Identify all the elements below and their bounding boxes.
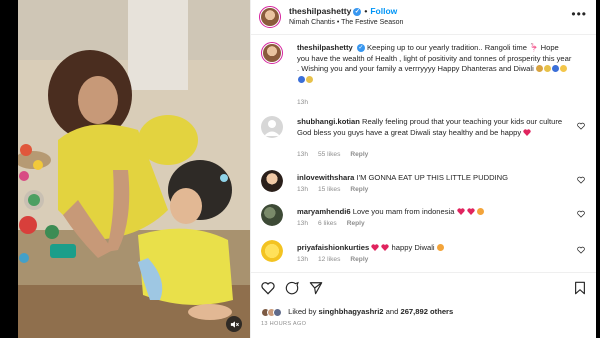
comment-time: 13h: [297, 256, 309, 263]
audio-label[interactable]: Nimah Chantis • The Festive Season: [289, 19, 403, 26]
speaker-muted-icon: [230, 320, 239, 328]
reply-button[interactable]: Reply: [347, 220, 365, 227]
caption-username[interactable]: theshilpashetty: [297, 43, 353, 52]
default-avatar-icon: [264, 120, 280, 136]
heart-eyes-emoji-icon: [477, 208, 485, 215]
comment-likes[interactable]: 15 likes: [318, 186, 340, 193]
comment-username[interactable]: inlovewithshara: [297, 173, 354, 182]
verified-badge-icon: ✓: [353, 7, 362, 16]
comment-likes[interactable]: 55 likes: [318, 151, 340, 158]
comment-bubble-icon[interactable]: [285, 281, 299, 295]
likes-count[interactable]: 267,892 others: [400, 307, 453, 316]
comment-avatar[interactable]: [261, 170, 283, 192]
comment-username[interactable]: maryamhendi6: [297, 207, 351, 216]
heart-eyes-emoji-icon: [437, 244, 445, 251]
nazar-emoji-icon: [297, 75, 305, 83]
liker-username[interactable]: singhbhagyashri2: [319, 307, 384, 316]
likes-conjunction: and: [385, 307, 399, 316]
comment-time: 13h: [297, 151, 309, 158]
comment-username[interactable]: priyafaishionkurties: [297, 243, 369, 252]
share-paper-plane-icon[interactable]: [309, 281, 323, 295]
red-heart-emoji-icon: [523, 128, 531, 136]
save-bookmark-icon[interactable]: [573, 281, 587, 295]
diya-emoji-icon: [536, 65, 544, 72]
comment-text: maryamhendi6 Love you mam from indonesia: [297, 207, 573, 218]
likes-prefix: Liked by: [288, 307, 317, 316]
lamp-emoji-icon: [544, 65, 552, 72]
verified-badge-icon: ✓: [356, 44, 365, 52]
header-username-line: theshilpashetty ✓ • Follow: [289, 6, 397, 16]
comment-body: happy Diwali: [391, 243, 435, 252]
more-dots-icon[interactable]: •••: [571, 8, 587, 20]
comment-avatar[interactable]: [261, 240, 283, 262]
comment-text: shubhangi.kotian Really feeling proud th…: [297, 117, 573, 138]
reply-button[interactable]: Reply: [350, 256, 368, 263]
caption-meta: 13h: [297, 99, 318, 106]
video-frame-illustration: [18, 0, 250, 338]
like-comment-heart-icon[interactable]: [577, 122, 585, 130]
red-heart-emoji-icon: [467, 208, 475, 215]
comment-body: Love you mam from indonesia: [352, 207, 455, 216]
caption-avatar[interactable]: [261, 42, 283, 64]
mute-button[interactable]: [226, 316, 242, 332]
right-frame-bar: [596, 0, 600, 338]
lamp-emoji-icon: [305, 75, 313, 83]
author-username[interactable]: theshilpashetty: [289, 6, 351, 16]
nazar-emoji-icon: [552, 65, 560, 72]
comment-time: 13h: [297, 220, 309, 227]
comment-text: inlovewithshara I'M GONNA EAT UP THIS LI…: [297, 173, 573, 184]
liker-avatar: [273, 307, 282, 317]
left-frame-bar: [0, 0, 18, 338]
comments-list: theshilpashetty ✓ Keeping up to our year…: [251, 36, 597, 270]
caption-time: 13h: [297, 99, 309, 106]
comment-avatar[interactable]: [261, 204, 283, 226]
red-heart-emoji-icon: [371, 244, 379, 251]
comment-meta: 13h 15 likes Reply: [297, 186, 378, 193]
comment-meta: 13h 55 likes Reply: [297, 151, 378, 158]
author-avatar[interactable]: [259, 6, 281, 28]
post-details-panel: theshilpashetty ✓ • Follow Nimah Chantis • …: [250, 0, 597, 338]
separator-dot: •: [364, 6, 368, 16]
post-video[interactable]: [18, 0, 250, 338]
smile-emoji-icon: [560, 65, 568, 72]
comment-avatar[interactable]: [261, 116, 283, 138]
comment-body: I'M GONNA EAT UP THIS LITTLE PUDDING: [356, 173, 509, 182]
comment-username[interactable]: shubhangi.kotian: [297, 117, 360, 126]
reply-button[interactable]: Reply: [350, 151, 368, 158]
like-heart-icon[interactable]: [261, 281, 275, 295]
like-comment-heart-icon[interactable]: [577, 176, 585, 184]
comment-time: 13h: [297, 186, 309, 193]
caption-text: theshilpashetty ✓ Keeping up to our year…: [297, 43, 573, 85]
comment-meta: 13h 12 likes Reply: [297, 256, 378, 263]
like-comment-heart-icon[interactable]: [577, 210, 585, 218]
likes-summary: Liked by singhbhagyashri2 and 267,892 ot…: [261, 307, 453, 317]
red-heart-emoji-icon: [381, 244, 390, 251]
comment-likes[interactable]: 12 likes: [318, 256, 340, 263]
reply-button[interactable]: Reply: [350, 186, 368, 193]
comment-likes[interactable]: 6 likes: [318, 220, 337, 227]
comment-text: priyafaishionkurties happy Diwali: [297, 243, 573, 254]
red-heart-emoji-icon: [456, 208, 465, 215]
post-header: theshilpashetty ✓ • Follow Nimah Chantis • …: [251, 0, 597, 35]
post-timestamp[interactable]: 13 HOURS AGO: [261, 321, 306, 327]
comment-meta: 13h 6 likes Reply: [297, 220, 375, 227]
like-comment-heart-icon[interactable]: [577, 246, 585, 254]
follow-button[interactable]: Follow: [370, 6, 397, 16]
post-actions: Liked by singhbhagyashri2 and 267,892 ot…: [251, 272, 597, 338]
